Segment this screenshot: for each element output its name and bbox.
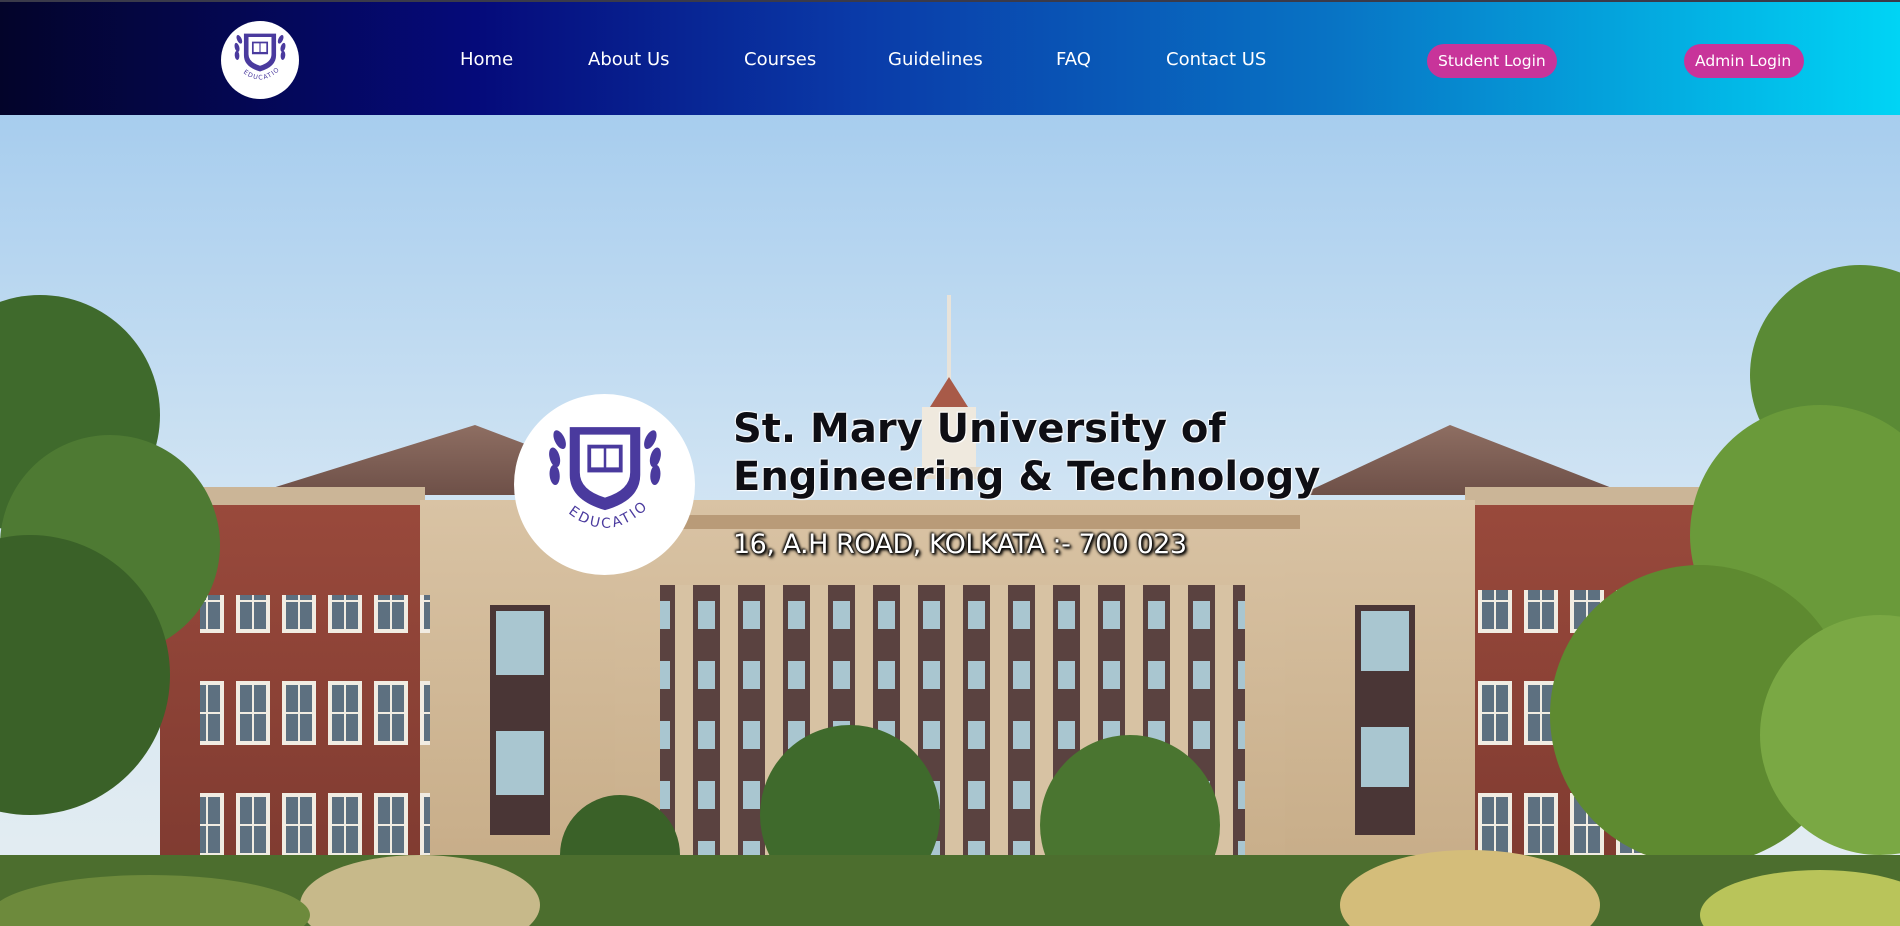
- admin-login-button[interactable]: Admin Login: [1684, 44, 1804, 78]
- nav-link-faq[interactable]: FAQ: [1056, 49, 1091, 70]
- nav-link-about-us[interactable]: About Us: [588, 49, 670, 70]
- hero-section: EDUCATION St. Mary University of Enginee…: [0, 115, 1900, 926]
- nav-link-courses[interactable]: Courses: [744, 49, 816, 70]
- top-navbar: EDUCATION Home About Us Courses Guidelin…: [0, 0, 1900, 115]
- hero-logo: EDUCATION: [514, 394, 695, 575]
- university-address: 16, A.H ROAD, KOLKATA :- 700 023: [733, 529, 1187, 560]
- education-crest-icon: EDUCATION: [231, 29, 286, 82]
- nav-link-guidelines[interactable]: Guidelines: [888, 49, 983, 70]
- nav-link-home[interactable]: Home: [460, 49, 513, 70]
- education-crest-icon: EDUCATION: [541, 417, 661, 532]
- campus-building-photo: [0, 115, 1900, 926]
- student-login-button[interactable]: Student Login: [1427, 44, 1557, 78]
- nav-logo[interactable]: EDUCATION: [221, 21, 299, 99]
- nav-link-contact-us[interactable]: Contact US: [1166, 49, 1266, 70]
- university-title: St. Mary University of Engineering & Tec…: [733, 406, 1321, 500]
